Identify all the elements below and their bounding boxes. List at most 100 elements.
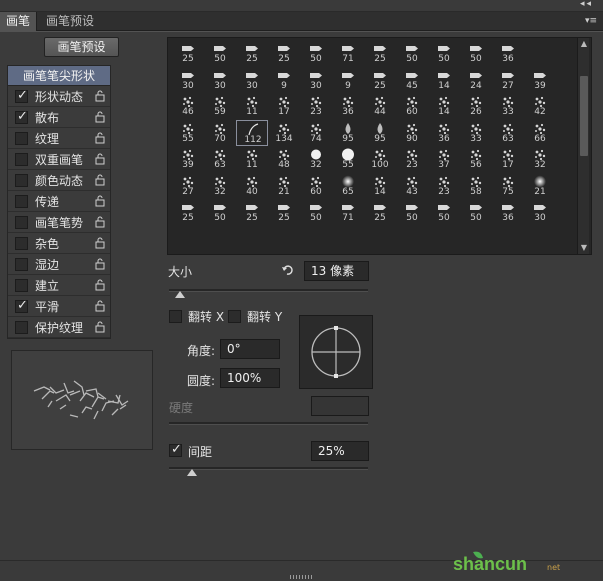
- angle-field[interactable]: 0°: [220, 339, 280, 359]
- brush-tip[interactable]: 75: [492, 173, 524, 199]
- option-row[interactable]: 纹理: [8, 128, 110, 149]
- scroll-down-icon[interactable]: ▼: [578, 242, 590, 254]
- flip-y-checkbox[interactable]: [228, 310, 241, 323]
- scroll-up-icon[interactable]: ▲: [578, 38, 590, 50]
- brush-tip[interactable]: 60: [396, 93, 428, 119]
- brush-tip[interactable]: 71: [332, 40, 364, 66]
- option-row[interactable]: 保护纹理: [8, 317, 110, 338]
- brush-tip[interactable]: 25: [172, 40, 204, 66]
- option-checkbox[interactable]: [15, 279, 28, 292]
- option-checkbox[interactable]: [15, 237, 28, 250]
- brush-tip[interactable]: 32: [524, 146, 556, 172]
- lock-icon[interactable]: [95, 111, 105, 123]
- brush-tip[interactable]: 17: [268, 93, 300, 119]
- brush-tip[interactable]: 50: [396, 40, 428, 66]
- brush-tip[interactable]: 30: [524, 199, 556, 225]
- brush-tip[interactable]: 30: [236, 67, 268, 93]
- brush-tip[interactable]: 50: [300, 199, 332, 225]
- brush-tip[interactable]: 25: [268, 40, 300, 66]
- option-row[interactable]: ✓ 散布: [8, 107, 110, 128]
- brush-tip[interactable]: 25: [236, 199, 268, 225]
- brush-tip[interactable]: 50: [204, 40, 236, 66]
- brush-tip[interactable]: 40: [236, 173, 268, 199]
- resize-grip-icon[interactable]: [290, 575, 312, 579]
- option-checkbox[interactable]: ✓: [15, 298, 28, 313]
- brush-tip[interactable]: 50: [460, 199, 492, 225]
- brush-tip[interactable]: 74: [300, 120, 332, 146]
- brush-tip[interactable]: 43: [396, 173, 428, 199]
- brush-tip[interactable]: 36: [332, 93, 364, 119]
- brush-tip[interactable]: 32: [300, 146, 332, 172]
- brush-tip[interactable]: 36: [492, 40, 524, 66]
- lock-icon[interactable]: [95, 195, 105, 207]
- brush-tip[interactable]: 11: [236, 93, 268, 119]
- brush-tip[interactable]: 71: [332, 199, 364, 225]
- option-row[interactable]: 杂色: [8, 233, 110, 254]
- panel-menu-icon[interactable]: ▾≡: [585, 15, 597, 27]
- lock-icon[interactable]: [95, 300, 105, 312]
- brush-tip[interactable]: 33: [492, 93, 524, 119]
- brush-tip[interactable]: 45: [396, 67, 428, 93]
- roundness-field[interactable]: 100%: [220, 368, 280, 388]
- option-row[interactable]: 传递: [8, 191, 110, 212]
- brush-tip[interactable]: 25: [236, 40, 268, 66]
- brush-tip[interactable]: 48: [268, 146, 300, 172]
- brush-tip[interactable]: 26: [460, 93, 492, 119]
- size-slider[interactable]: [169, 289, 368, 292]
- brush-tip[interactable]: 50: [428, 199, 460, 225]
- brush-tip[interactable]: 50: [428, 40, 460, 66]
- brush-tip[interactable]: 23: [396, 146, 428, 172]
- brush-tip[interactable]: 33: [460, 120, 492, 146]
- option-row[interactable]: 湿边: [8, 254, 110, 275]
- option-row[interactable]: 建立: [8, 275, 110, 296]
- brush-tip[interactable]: 30: [172, 67, 204, 93]
- option-checkbox[interactable]: ✓: [15, 88, 28, 103]
- brush-presets-button[interactable]: 画笔预设: [44, 37, 119, 57]
- brush-tip[interactable]: 46: [172, 93, 204, 119]
- option-row[interactable]: 双重画笔: [8, 149, 110, 170]
- lock-icon[interactable]: [95, 279, 105, 291]
- option-checkbox[interactable]: [15, 174, 28, 187]
- brush-tip[interactable]: 50: [396, 199, 428, 225]
- spacing-slider[interactable]: [169, 467, 368, 470]
- option-checkbox[interactable]: [15, 132, 28, 145]
- brush-tip[interactable]: 23: [300, 93, 332, 119]
- brush-tip[interactable]: 56: [460, 146, 492, 172]
- brush-tip[interactable]: 55: [172, 120, 204, 146]
- brush-tip[interactable]: 42: [524, 93, 556, 119]
- brush-tip[interactable]: 112: [236, 119, 268, 146]
- brush-tip[interactable]: 25: [172, 199, 204, 225]
- angle-roundness-widget[interactable]: [299, 315, 373, 389]
- brush-tip[interactable]: 39: [172, 146, 204, 172]
- spacing-field[interactable]: 25%: [311, 441, 369, 461]
- brush-tip[interactable]: 70: [204, 120, 236, 146]
- option-checkbox[interactable]: [15, 153, 28, 166]
- size-field[interactable]: 13 像素: [304, 261, 369, 281]
- brush-tip[interactable]: 55: [332, 146, 364, 172]
- option-row[interactable]: 画笔笔势: [8, 212, 110, 233]
- reset-icon[interactable]: [281, 264, 294, 277]
- brush-tip[interactable]: 134: [268, 120, 300, 146]
- lock-icon[interactable]: [95, 132, 105, 144]
- option-row[interactable]: ✓ 形状动态: [8, 86, 110, 107]
- brush-tip[interactable]: 21: [524, 173, 556, 199]
- brush-tip[interactable]: 17: [492, 146, 524, 172]
- brush-tip[interactable]: 23: [428, 173, 460, 199]
- brush-tip[interactable]: 50: [300, 40, 332, 66]
- option-row[interactable]: ✓ 平滑: [8, 296, 110, 317]
- brush-tip[interactable]: 25: [364, 67, 396, 93]
- flip-x-checkbox[interactable]: [169, 310, 182, 323]
- brush-tip[interactable]: 50: [204, 199, 236, 225]
- option-checkbox[interactable]: [15, 195, 28, 208]
- brush-tip[interactable]: 25: [268, 199, 300, 225]
- brush-tip[interactable]: 65: [332, 173, 364, 199]
- brush-tip[interactable]: 50: [460, 40, 492, 66]
- option-checkbox[interactable]: [15, 258, 28, 271]
- brush-tip[interactable]: 58: [460, 173, 492, 199]
- option-checkbox[interactable]: ✓: [15, 109, 28, 124]
- brush-tip[interactable]: 25: [364, 199, 396, 225]
- brush-tip[interactable]: 95: [364, 120, 396, 146]
- brush-tip[interactable]: 37: [428, 146, 460, 172]
- brush-tip[interactable]: 30: [300, 67, 332, 93]
- brush-tip[interactable]: 14: [428, 93, 460, 119]
